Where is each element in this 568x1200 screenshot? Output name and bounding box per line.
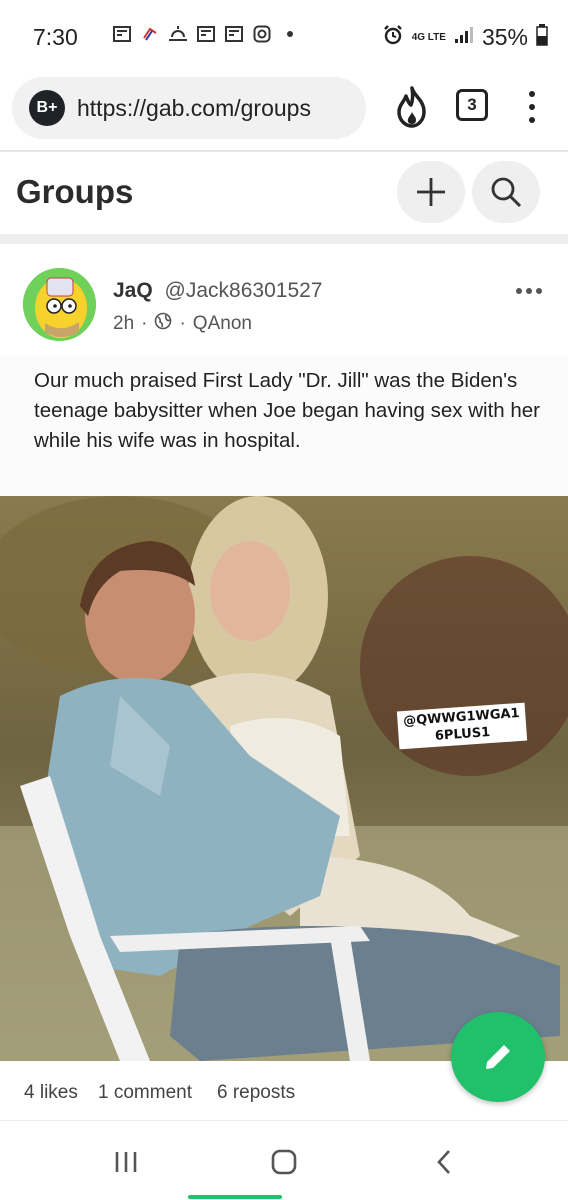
news-icon — [112, 24, 132, 44]
notification-icons — [112, 24, 300, 44]
network-type: 4G LTE — [411, 31, 446, 43]
author-handle[interactable]: @Jack86301527 — [165, 279, 323, 302]
avatar[interactable] — [23, 268, 96, 341]
post-meta: 2h · · QAnon — [113, 312, 252, 336]
likes-count[interactable]: 4 likes — [24, 1082, 78, 1104]
plus-icon — [417, 178, 445, 206]
section-gap — [0, 234, 568, 244]
post-caption: Our much praised First Lady "Dr. Jill" w… — [34, 369, 541, 452]
page-header: Groups — [0, 152, 568, 234]
pencil-icon — [486, 1042, 513, 1069]
back-icon[interactable] — [432, 1147, 456, 1177]
flag-icon — [140, 24, 160, 44]
page: 7:30 4G LTE 35% B+ https://gab.com/group… — [0, 0, 568, 1200]
dot-icon — [280, 24, 300, 44]
news-icon — [224, 24, 244, 44]
news-icon — [196, 24, 216, 44]
post-image[interactable]: @QWWG1WGA1 6PLUS1 — [0, 496, 568, 1061]
post-time[interactable]: 2h — [113, 313, 134, 335]
browser-toolbar: B+ https://gab.com/groups 3 — [0, 72, 568, 150]
search-button[interactable] — [472, 161, 540, 223]
status-time: 7:30 — [33, 24, 78, 50]
battery-percent: 35% — [481, 24, 528, 50]
signal-icon — [454, 26, 474, 49]
globe-icon — [154, 312, 172, 336]
post-card: JaQ @Jack86301527 2h · · QAnon Our much … — [0, 244, 568, 1124]
meta-separator: · — [179, 313, 186, 334]
battery-icon — [536, 24, 548, 51]
comments-count[interactable]: 1 comment — [98, 1082, 192, 1104]
search-icon — [491, 177, 522, 208]
group-link[interactable]: QAnon — [193, 313, 252, 335]
recents-icon[interactable] — [112, 1147, 140, 1177]
meta-separator: · — [141, 313, 148, 334]
url-text[interactable]: https://gab.com/groups — [77, 95, 311, 122]
tab-count-button[interactable]: 3 — [456, 89, 488, 121]
instagram-icon — [252, 24, 272, 44]
add-group-button[interactable] — [397, 161, 465, 223]
address-bar[interactable]: B+ https://gab.com/groups — [12, 77, 366, 139]
status-bar: 7:30 4G LTE 35% — [0, 0, 568, 72]
page-title: Groups — [16, 173, 134, 210]
reposts-count[interactable]: 6 reposts — [217, 1082, 295, 1104]
status-right: 4G LTE 35% — [382, 24, 548, 51]
accent-underline — [188, 1195, 282, 1199]
compose-button[interactable] — [451, 1012, 545, 1102]
system-nav-bar — [0, 1120, 568, 1200]
weather-icon — [168, 24, 188, 44]
fire-icon[interactable] — [394, 86, 430, 128]
browser-brand-icon[interactable]: B+ — [29, 90, 65, 126]
author-line: JaQ @Jack86301527 — [113, 279, 322, 303]
author-name[interactable]: JaQ — [113, 279, 153, 302]
post-options-icon[interactable] — [516, 288, 542, 294]
home-icon[interactable] — [268, 1147, 300, 1177]
browser-menu-icon[interactable] — [522, 91, 542, 123]
alarm-icon — [382, 24, 404, 51]
